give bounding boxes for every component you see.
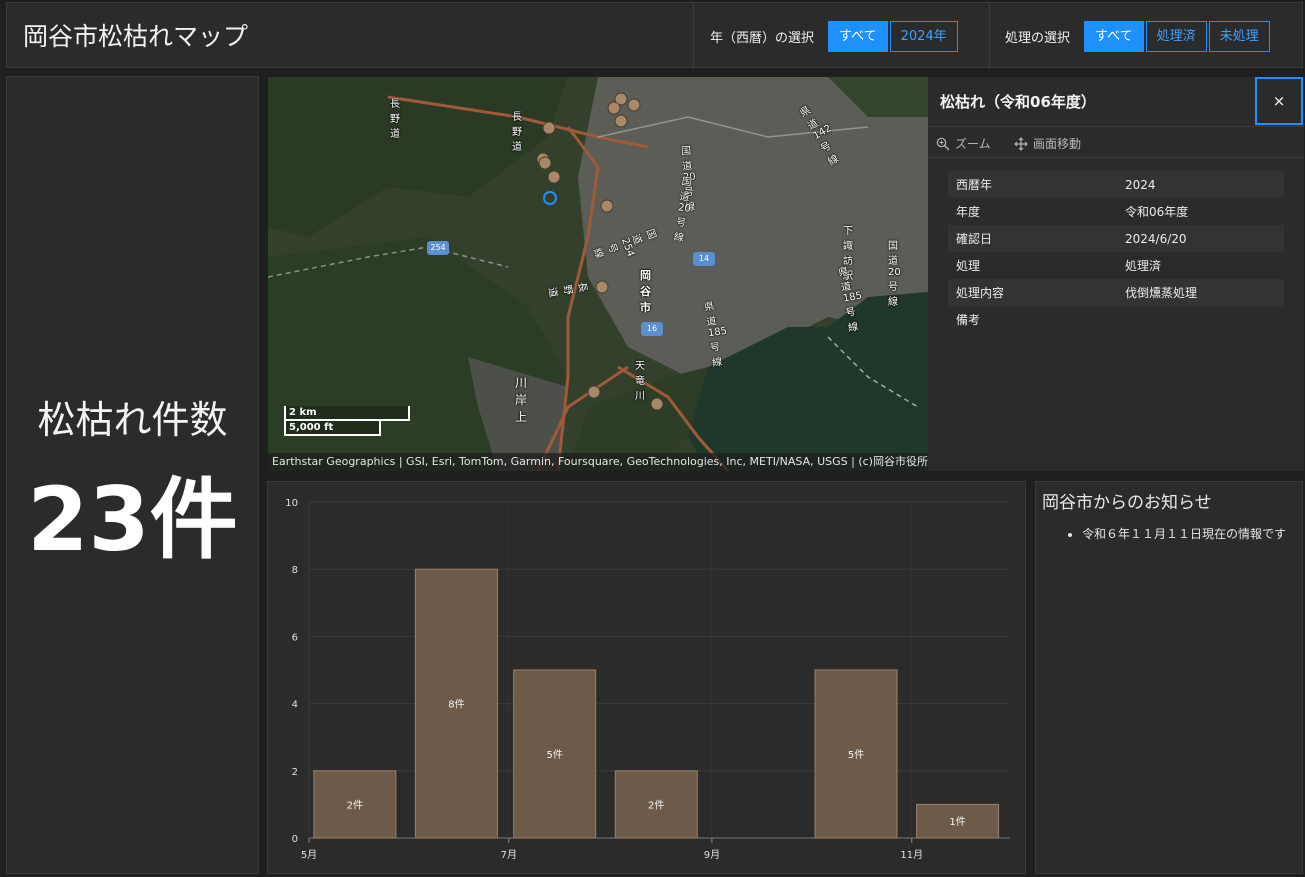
process-filter-label: 処理の選択 (1005, 30, 1071, 46)
attr-key: 備考 (956, 313, 981, 327)
app-title: 岡谷市松枯れマップ (23, 22, 249, 51)
y-tick-label: 2 (292, 767, 298, 778)
attr-key: 処理内容 (948, 279, 1117, 306)
selected-marker (543, 191, 557, 205)
notice-title: 岡谷市からのお知らせ (1042, 493, 1212, 513)
bar-data-label: 2件 (648, 799, 664, 811)
app-header: 岡谷市松枯れマップ 年（西暦）の選択 すべて 2024年 処理の選択 すべて 処… (6, 2, 1304, 69)
map-marker (650, 397, 664, 411)
map-marker (614, 114, 628, 128)
map-attribution: Earthstar Geographics | GSI, Esri, TomTo… (268, 453, 928, 471)
scale-imperial: 5,000 ft (284, 421, 381, 436)
map-view[interactable]: 長野道 長野道 国道20号線 県道142号線 国道20号線 下諏訪駅 岡谷市 県… (268, 77, 928, 471)
map-marker (627, 98, 641, 112)
process-filter: 処理の選択 すべて 処理済 未処理 (989, 3, 1304, 69)
year-filter: 年（西暦）の選択 すべて 2024年 (693, 3, 989, 69)
table-row: 年度 令和06年度 (948, 198, 1284, 225)
map-marker (538, 156, 552, 170)
bar-data-label: 1件 (949, 816, 965, 828)
count-value: 23件 (27, 468, 238, 571)
y-tick-label: 8 (292, 565, 298, 576)
scale-metric: 2 km (284, 406, 410, 421)
attr-key: 確認日 (948, 225, 1117, 252)
bar-data-label: 5件 (546, 749, 562, 761)
attr-value: 2024/6/20 (1117, 225, 1284, 252)
count-panel: 松枯れ件数 23件 (6, 76, 259, 874)
process-done-button[interactable]: 処理済 (1145, 20, 1207, 52)
attr-value: 2024 (1117, 171, 1284, 198)
attr-value: 処理済 (1125, 259, 1162, 273)
map-marker (587, 385, 601, 399)
popup-actions: ズーム 画面移動 (928, 126, 1304, 158)
y-tick-label: 0 (292, 834, 298, 845)
table-row: 西暦年 2024 (948, 171, 1284, 198)
year-all-button[interactable]: すべて (828, 20, 888, 52)
pan-icon (1014, 136, 1028, 151)
list-item: 令和６年１１月１１日現在の情報です (1082, 526, 1297, 543)
x-tick-label: 11月 (900, 849, 923, 861)
notice-list: 令和６年１１月１１日現在の情報です (1082, 526, 1297, 543)
close-icon: × (1272, 92, 1286, 110)
table-row: 処理 処理済 (948, 252, 1284, 279)
y-tick-label: 4 (292, 700, 298, 711)
y-tick-label: 10 (285, 498, 298, 509)
attr-value: 令和06年度 (1125, 205, 1189, 219)
attr-value: 伐倒燻蒸処理 (1117, 279, 1284, 306)
x-tick-label: 9月 (704, 849, 720, 861)
popup-title: 松枯れ（令和06年度） (940, 93, 1096, 111)
process-pending-button[interactable]: 未処理 (1208, 20, 1270, 52)
pan-action[interactable]: 画面移動 (1014, 135, 1081, 152)
map-marker (595, 280, 609, 294)
process-all-button[interactable]: すべて (1084, 20, 1144, 52)
zoom-label: ズーム (955, 137, 991, 151)
notice-panel: 岡谷市からのお知らせ 令和６年１１月１１日現在の情報です (1035, 481, 1303, 874)
scale-bar: 2 km 5,000 ft (284, 406, 410, 436)
bar-data-label: 2件 (347, 799, 363, 811)
map-marker (600, 199, 614, 213)
table-row: 備考 (948, 306, 1284, 333)
map-marker (542, 121, 556, 135)
y-tick-label: 6 (292, 632, 298, 643)
table-row: 確認日 2024/6/20 (948, 225, 1284, 252)
bar-data-label: 5件 (848, 749, 864, 761)
zoom-in-icon (936, 137, 950, 150)
attr-key: 西暦年 (948, 171, 1117, 198)
x-tick-label: 7月 (501, 849, 517, 861)
table-row: 処理内容 伐倒燻蒸処理 (948, 279, 1284, 306)
count-label: 松枯れ件数 (37, 398, 228, 442)
map-marker (547, 170, 561, 184)
feature-popup: 松枯れ（令和06年度） × ズーム 画面移動 西暦年 2024 年度 令和06年度 … (928, 77, 1304, 471)
attr-key: 年度 (956, 205, 981, 219)
attr-key: 処理 (956, 259, 981, 273)
monthly-chart-panel: 0 2 4 6 8 10 5月 7月 9月 11月 2件 8件 5件 2件 5件 1件 (267, 481, 1026, 874)
monthly-bar-chart: 0 2 4 6 8 10 5月 7月 9月 11月 2件 8件 5件 2件 5件 1件 (285, 498, 1010, 861)
year-filter-label: 年（西暦）の選択 (710, 30, 815, 46)
attribute-table: 西暦年 2024 年度 令和06年度 確認日 2024/6/20 処理 処理済 処理内容… (948, 171, 1284, 333)
x-tick-label: 5月 (301, 849, 317, 861)
pan-label: 画面移動 (1033, 137, 1082, 151)
year-2024-button[interactable]: 2024年 (889, 20, 958, 52)
zoom-action[interactable]: ズーム (936, 135, 991, 152)
attr-value (1117, 306, 1284, 333)
map-marker (607, 101, 621, 115)
close-button[interactable]: × (1255, 77, 1303, 125)
bar-data-label: 8件 (448, 699, 464, 711)
